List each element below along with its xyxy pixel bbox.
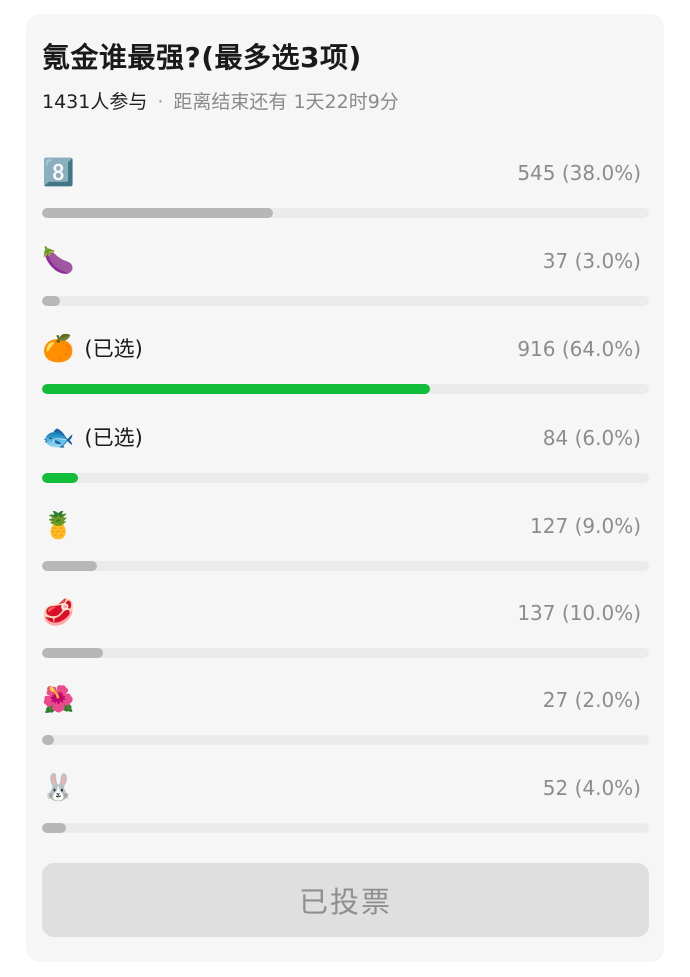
poll-option[interactable]: 🍆 37 (3.0%) xyxy=(42,244,649,306)
poll-deadline: 距离结束还有 1天22时9分 xyxy=(173,91,399,113)
option-progress-fill xyxy=(42,473,78,483)
option-progress-track xyxy=(42,296,649,306)
option-vote-count: 916 (64.0%) xyxy=(517,337,641,361)
eggplant-icon: 🍆 xyxy=(42,246,75,276)
participant-count: 1431人参与 xyxy=(42,91,148,113)
option-label: 🍊 (已选) xyxy=(42,332,143,366)
hibiscus-icon: 🌺 xyxy=(42,685,75,715)
option-label: 🥩 xyxy=(42,596,74,630)
selected-tag: (已选) xyxy=(84,426,143,450)
option-progress-fill xyxy=(42,648,103,658)
poll-option[interactable]: 🐰 52 (4.0%) xyxy=(42,771,649,833)
option-label: 8️⃣ xyxy=(42,156,74,190)
poll-option[interactable]: 🍊 (已选) 916 (64.0%) xyxy=(42,332,649,394)
keycap-eight-icon: 8️⃣ xyxy=(42,158,75,188)
option-label: 🐟 (已选) xyxy=(42,421,143,455)
option-vote-count: 127 (9.0%) xyxy=(530,514,641,538)
poll-option[interactable]: 🥩 137 (10.0%) xyxy=(42,596,649,658)
option-vote-count: 137 (10.0%) xyxy=(517,601,641,625)
poll-option[interactable]: 🐟 (已选) 84 (6.0%) xyxy=(42,421,649,483)
option-progress-track xyxy=(42,473,649,483)
poll-meta: 1431人参与 · 距离结束还有 1天22时9分 xyxy=(42,87,399,114)
option-vote-count: 52 (4.0%) xyxy=(542,776,641,800)
option-progress-fill xyxy=(42,561,97,571)
poll-card: 氪金谁最强?(最多选3项) 1431人参与 · 距离结束还有 1天22时9分 8️⃣… xyxy=(26,14,664,962)
option-vote-count: 84 (6.0%) xyxy=(542,426,641,450)
option-progress-fill xyxy=(42,384,430,394)
option-progress-track xyxy=(42,561,649,571)
option-vote-count: 37 (3.0%) xyxy=(542,249,641,273)
option-label: 🍆 xyxy=(42,244,74,278)
option-vote-count: 545 (38.0%) xyxy=(517,161,641,185)
option-progress-fill xyxy=(42,208,273,218)
selected-tag: (已选) xyxy=(84,337,143,361)
option-vote-count: 27 (2.0%) xyxy=(542,688,641,712)
option-progress-track xyxy=(42,735,649,745)
option-progress-fill xyxy=(42,296,60,306)
pineapple-icon: 🍍 xyxy=(42,511,75,541)
poll-option[interactable]: 🍍 127 (9.0%) xyxy=(42,509,649,571)
poll-title: 氪金谁最强?(最多选3项) xyxy=(42,41,362,74)
cut-of-meat-icon: 🥩 xyxy=(42,598,75,628)
option-progress-track xyxy=(42,384,649,394)
voted-button[interactable]: 已投票 xyxy=(42,863,649,937)
option-progress-track xyxy=(42,823,649,833)
option-progress-track xyxy=(42,648,649,658)
poll-option[interactable]: 🌺 27 (2.0%) xyxy=(42,683,649,745)
rabbit-face-icon: 🐰 xyxy=(42,773,75,803)
option-label: 🌺 xyxy=(42,683,74,717)
option-label: 🍍 xyxy=(42,509,74,543)
tangerine-icon: 🍊 xyxy=(42,334,75,364)
option-progress-track xyxy=(42,208,649,218)
meta-separator: · xyxy=(157,91,164,113)
poll-option[interactable]: 8️⃣ 545 (38.0%) xyxy=(42,156,649,218)
option-progress-fill xyxy=(42,823,66,833)
fish-icon: 🐟 xyxy=(42,423,75,453)
option-label: 🐰 xyxy=(42,771,74,805)
option-progress-fill xyxy=(42,735,54,745)
